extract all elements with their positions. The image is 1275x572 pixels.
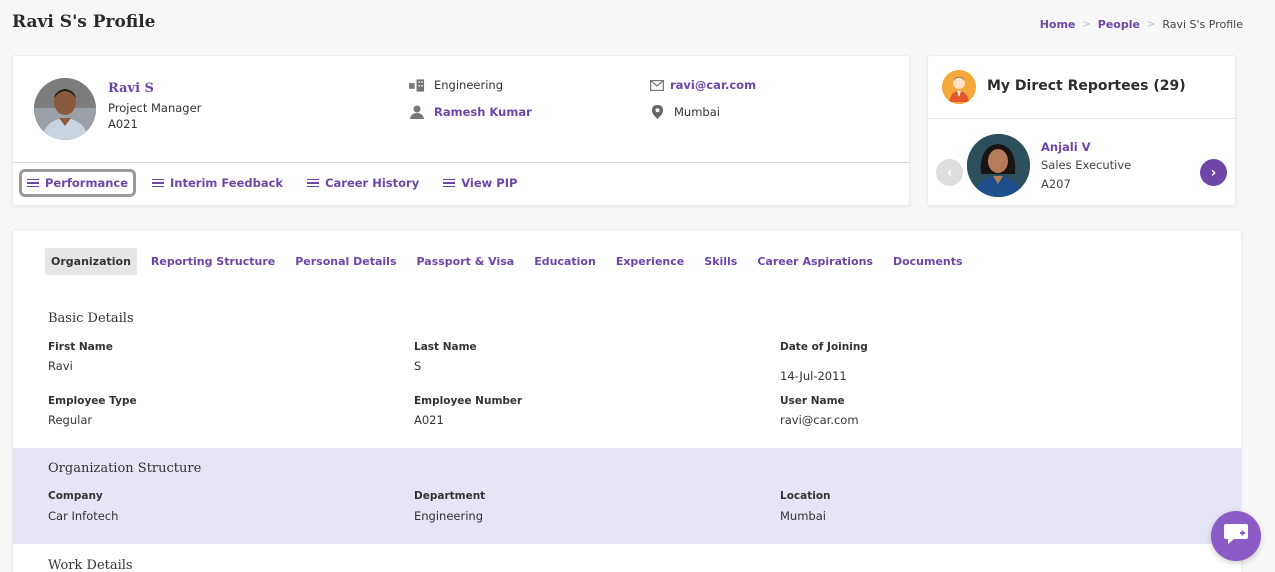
department-value: Engineering: [414, 509, 483, 523]
tab-passport-visa[interactable]: Passport & Visa: [411, 248, 521, 275]
email-info: ravi@car.com: [649, 78, 756, 92]
profile-role: Project Manager: [108, 101, 202, 115]
tab-personal-details[interactable]: Personal Details: [289, 248, 402, 275]
tab-experience[interactable]: Experience: [610, 248, 690, 275]
avatar: [34, 78, 96, 140]
breadcrumb: Home > People > Ravi S's Profile: [1040, 18, 1243, 31]
employee-type-label: Employee Type: [48, 395, 137, 407]
email-link[interactable]: ravi@car.com: [670, 78, 756, 92]
reportees-header: My Direct Reportees (29): [928, 56, 1235, 119]
company-value: Car Infotech: [48, 509, 119, 523]
list-icon: [152, 178, 165, 188]
user-name-label: User Name: [780, 395, 845, 407]
details-card: Organization Reporting Structure Persona…: [12, 229, 1242, 572]
location-label: Location: [780, 490, 831, 502]
reportee-badge-icon: [942, 70, 976, 104]
organization-structure-heading: Organization Structure: [48, 461, 202, 476]
tab-documents[interactable]: Documents: [887, 248, 969, 275]
first-name-label: First Name: [48, 341, 113, 353]
reportee-role: Sales Executive: [1041, 158, 1132, 172]
tab-view-pip[interactable]: View PIP: [435, 169, 525, 197]
basic-details-heading: Basic Details: [48, 311, 134, 326]
divider: [13, 162, 909, 163]
reportee-name[interactable]: Anjali V: [1041, 140, 1091, 154]
list-icon: [27, 178, 39, 188]
reportees-title: My Direct Reportees (29): [987, 78, 1186, 94]
tab-career-aspirations[interactable]: Career Aspirations: [751, 248, 879, 275]
location-value: Mumbai: [780, 509, 826, 523]
tab-interim-feedback[interactable]: Interim Feedback: [144, 169, 291, 197]
profile-code: A021: [108, 117, 138, 131]
department-label: Department: [414, 490, 486, 502]
last-name-value: S: [414, 359, 422, 373]
user-name-value: ravi@car.com: [780, 413, 859, 427]
tab-skills[interactable]: Skills: [698, 248, 743, 275]
building-icon: [409, 78, 425, 92]
profile-card: Ravi S Project Manager A021 Engineering …: [12, 55, 910, 206]
profile-name[interactable]: Ravi S: [108, 81, 154, 96]
date-of-joining-label: Date of Joining: [780, 341, 868, 353]
breadcrumb-people[interactable]: People: [1098, 18, 1140, 31]
manager-link[interactable]: Ramesh Kumar: [434, 105, 532, 119]
breadcrumb-separator: >: [1082, 19, 1091, 30]
tab-label: Interim Feedback: [170, 176, 284, 190]
reportee-avatar: [967, 134, 1030, 197]
organization-structure-section: Organization Structure Company Car Infot…: [13, 448, 1241, 544]
mail-icon: [649, 78, 665, 92]
last-name-label: Last Name: [414, 341, 477, 353]
prev-reportee-button[interactable]: ‹: [936, 159, 963, 186]
list-icon: [307, 178, 320, 188]
location-pin-icon: [649, 105, 665, 119]
tab-education[interactable]: Education: [528, 248, 602, 275]
first-name-value: Ravi: [48, 359, 73, 373]
date-of-joining-value: 14-Jul-2011: [780, 369, 847, 383]
employee-type-value: Regular: [48, 413, 93, 427]
tab-label: View PIP: [461, 176, 518, 190]
location-info: Mumbai: [649, 105, 720, 119]
company-label: Company: [48, 490, 103, 502]
person-icon: [409, 105, 425, 119]
next-reportee-button[interactable]: ›: [1200, 159, 1227, 186]
tab-label: Performance: [45, 176, 129, 190]
breadcrumb-current: Ravi S's Profile: [1162, 18, 1243, 31]
reportees-card: My Direct Reportees (29) ‹ Anjali V Sale…: [927, 55, 1236, 206]
breadcrumb-separator: >: [1146, 19, 1156, 30]
breadcrumb-home[interactable]: Home: [1040, 18, 1076, 31]
list-icon: [443, 178, 456, 188]
details-tabs: Organization Reporting Structure Persona…: [45, 248, 977, 275]
department-info: Engineering: [409, 78, 503, 92]
reportee-code: A207: [1041, 177, 1071, 191]
profile-tabs: Performance Interim Feedback Career Hist…: [19, 169, 533, 197]
tab-career-history[interactable]: Career History: [299, 169, 427, 197]
tab-reporting-structure[interactable]: Reporting Structure: [145, 248, 281, 275]
work-details-heading: Work Details: [48, 558, 133, 572]
chat-icon: [1223, 522, 1249, 550]
employee-number-value: A021: [414, 413, 444, 427]
chat-button[interactable]: [1211, 511, 1261, 561]
location-value: Mumbai: [674, 105, 720, 119]
tab-label: Career History: [325, 176, 420, 190]
department-value: Engineering: [434, 78, 503, 92]
page-title: Ravi S's Profile: [12, 12, 156, 32]
tab-performance[interactable]: Performance: [19, 169, 137, 197]
tab-organization[interactable]: Organization: [45, 248, 137, 275]
employee-number-label: Employee Number: [414, 395, 523, 407]
manager-info: Ramesh Kumar: [409, 105, 532, 119]
